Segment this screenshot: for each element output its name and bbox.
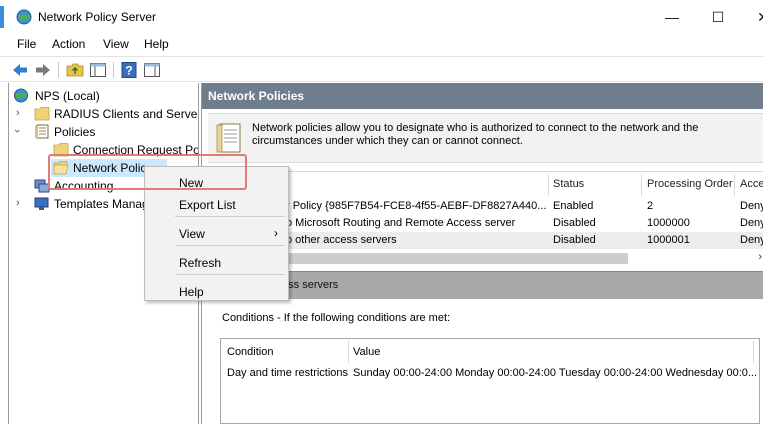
submenu-arrow-icon: ›: [274, 226, 278, 240]
templates-icon: [34, 197, 49, 210]
menu-view[interactable]: View: [103, 37, 129, 51]
menu-item-label: View: [179, 227, 205, 241]
table-row[interactable]: o Microsoft Routing and Remote Access se…: [208, 215, 763, 232]
folder-icon: [34, 107, 50, 121]
column-header-access[interactable]: Acce: [740, 178, 763, 190]
menu-separator: [175, 245, 285, 246]
up-folder-icon[interactable]: [66, 61, 84, 79]
svg-text:?: ?: [125, 64, 132, 78]
description-panel: Network policies allow you to designate …: [208, 113, 763, 163]
toolbar-separator: [58, 62, 59, 78]
column-separator: [348, 341, 349, 363]
column-separator: [641, 174, 642, 196]
column-separator: [753, 341, 754, 363]
menu-item-label: Export List: [179, 198, 236, 212]
tree-label: RADIUS Clients and Servers: [54, 107, 199, 121]
policy-status: Disabled: [553, 217, 596, 229]
policy-access: Deny: [740, 234, 763, 246]
menu-item-label: Help: [179, 285, 204, 299]
menu-bar: File Action View Help: [0, 33, 763, 55]
tree-label: Templates Manag: [54, 197, 149, 211]
chevron-down-icon[interactable]: ›: [11, 129, 23, 133]
close-button[interactable]: ✕: [743, 5, 763, 29]
tree-label: NPS (Local): [35, 89, 100, 103]
maximize-button[interactable]: ☐: [698, 5, 738, 29]
menu-item-label: Refresh: [179, 256, 222, 270]
condition-value: Sunday 00:00-24:00 Monday 00:00-24:00 Tu…: [353, 367, 758, 379]
column-header-processing-order[interactable]: Processing Order: [647, 178, 733, 190]
minimize-button[interactable]: —: [652, 5, 692, 29]
policies-icon: [35, 124, 49, 139]
policy-order: 2: [647, 200, 654, 212]
policy-name: o other access servers: [286, 234, 397, 246]
policy-status: Enabled: [553, 200, 594, 212]
tree-label: Policies: [54, 125, 96, 139]
policy-name: r Policy {985F7B54-FCE8-4f55-AEBF-DF8827…: [286, 200, 546, 212]
annotation-highlight: [48, 154, 247, 190]
table-row[interactable]: o other access servers Disabled 1000001 …: [208, 232, 763, 249]
back-arrow-icon[interactable]: [11, 61, 29, 79]
policy-order: 1000000: [647, 217, 690, 229]
title-bar: Network Policy Server — ☐ ✕: [0, 0, 763, 33]
chevron-right-icon[interactable]: ›: [16, 107, 20, 119]
show-hide-tree-icon[interactable]: [89, 61, 107, 79]
policy-access: Deny: [740, 217, 763, 229]
conditions-label: Conditions - If the following conditions…: [222, 312, 451, 324]
policy-name: o Microsoft Routing and Remote Access se…: [286, 217, 516, 229]
description-text: Network policies allow you to designate …: [252, 122, 699, 147]
pane-header: Network Policies: [202, 83, 763, 109]
horizontal-scrollbar[interactable]: ›: [208, 251, 763, 265]
column-separator: [734, 174, 735, 196]
document-icon: [216, 123, 241, 153]
scroll-right-arrow-icon[interactable]: ›: [758, 251, 762, 263]
nps-globe-icon: [16, 9, 32, 25]
menu-item-view[interactable]: View ›: [145, 221, 288, 243]
menu-help[interactable]: Help: [144, 37, 169, 51]
help-icon[interactable]: ?: [120, 61, 138, 79]
column-header-status[interactable]: Status: [553, 178, 584, 190]
tree-node-policies[interactable]: › Policies: [11, 123, 198, 141]
menu-separator: [175, 216, 285, 217]
chevron-right-icon[interactable]: ›: [16, 197, 20, 209]
policy-order: 1000001: [647, 234, 690, 246]
toolbar-separator: [113, 62, 114, 78]
policy-status: Disabled: [553, 234, 596, 246]
background-window-edge: [0, 6, 4, 28]
forward-arrow-icon[interactable]: [34, 61, 52, 79]
menu-file[interactable]: File: [17, 37, 36, 51]
toolbar: ?: [0, 56, 763, 82]
conditions-table[interactable]: Condition Value Day and time restriction…: [220, 338, 760, 424]
condition-name: Day and time restrictions: [227, 367, 349, 379]
column-header-condition[interactable]: Condition: [227, 346, 273, 358]
policy-access: Deny: [740, 200, 763, 212]
menu-item-export-list[interactable]: Export List: [145, 192, 288, 214]
nps-globe-icon: [13, 88, 29, 103]
properties-panel-icon[interactable]: [143, 61, 161, 79]
menu-action[interactable]: Action: [52, 37, 85, 51]
window-title: Network Policy Server: [38, 10, 157, 24]
menu-separator: [175, 274, 285, 275]
column-separator: [548, 174, 549, 196]
menu-item-help[interactable]: Help: [145, 279, 288, 301]
table-row[interactable]: r Policy {985F7B54-FCE8-4f55-AEBF-DF8827…: [208, 198, 763, 215]
tree-node-radius-clients[interactable]: › RADIUS Clients and Servers: [13, 105, 199, 123]
menu-item-refresh[interactable]: Refresh: [145, 250, 288, 272]
tree-node-nps-local[interactable]: NPS (Local): [13, 87, 193, 105]
policy-list[interactable]: Status Processing Order Acce r Policy {9…: [208, 171, 763, 267]
detail-header: s to other access servers: [208, 271, 763, 299]
column-header-value[interactable]: Value: [353, 346, 380, 358]
